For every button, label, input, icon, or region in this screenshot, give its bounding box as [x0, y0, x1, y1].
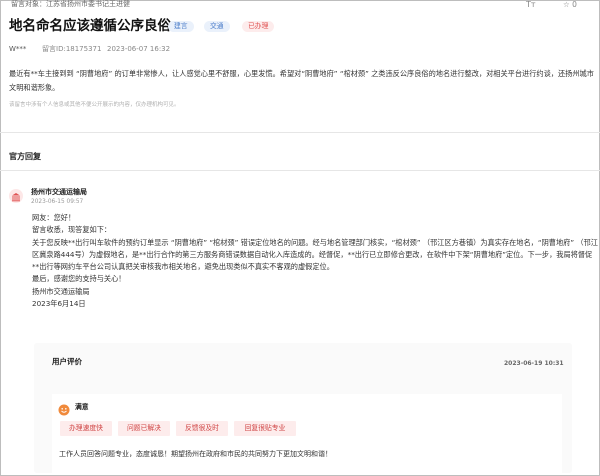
message-time: 2023-06-07 16:32: [107, 45, 171, 53]
evaluation-comment: 工作人员回答问题专业，态度诚恳！期望扬州在政府和市民的共同努力下更加文明和谐！: [59, 450, 332, 458]
message-id: 留言ID:18175371: [42, 45, 102, 53]
font-size-button[interactable]: Tт: [526, 0, 536, 9]
official-reply-heading: 官方回复: [9, 152, 41, 161]
section-divider: [0, 170, 600, 171]
tag-transport: 交通: [204, 21, 230, 32]
privacy-disclaimer: 该留言中涉有个人信息或其他不便公开展示的内容，仅办理机构可见。: [9, 102, 180, 108]
favorite-count: 0: [572, 0, 577, 9]
evaluation-tag: 问题已解决: [118, 421, 170, 436]
message-title: 地名命名应该遵循公序良俗: [9, 18, 171, 34]
evaluation-tag: 办理速度快: [60, 421, 112, 436]
user-evaluation-heading: 用户评价: [52, 357, 82, 366]
reply-body: 网友：您好！ 留言收悉，现答复如下： 关于您反映**出行叫车软件的预约订单显示 …: [32, 212, 598, 310]
reply-line: 网友：您好！: [32, 213, 76, 222]
reply-org-name: 扬州市交通运输局: [31, 188, 87, 196]
favorite-button[interactable]: ☆ 0: [563, 0, 577, 9]
top-bar: 留言对象：江苏省扬州市委书记王进健 Tт ☆ 0: [0, 0, 600, 12]
government-building-icon: [9, 189, 23, 203]
section-divider: [0, 132, 600, 133]
tag-suggestion: 建言: [168, 21, 194, 32]
smile-icon: [58, 401, 70, 416]
reply-time: 2023-06-15 09:57: [31, 199, 84, 205]
reply-line: 留言收悉，现答复如下：: [32, 225, 112, 235]
evaluation-time: 2023-06-19 10:31: [504, 360, 564, 367]
message-target: 留言对象：江苏省扬州市委书记王进健: [11, 0, 130, 8]
reply-line: 最后，感谢您的支持与关心！: [32, 274, 126, 284]
evaluation-tag: 反馈很及时: [176, 421, 228, 436]
evaluation-tag: 回复很贴专业: [234, 421, 296, 436]
author-name: W***: [9, 45, 27, 53]
status-badge: 已办理: [242, 21, 275, 32]
satisfaction-rating: 满意: [75, 403, 89, 411]
message-content: 最近有**车主接到到 “阴曹地府” 的订单非常惨人，让人感觉心里不舒服，心里发慌…: [9, 69, 594, 92]
reply-line: 扬州市交通运输局: [32, 286, 90, 296]
reply-line: 关于您反映**出行叫车软件的预约订单显示 “阴曹地府” “棺材颈” 错误定位地名…: [32, 237, 598, 272]
reply-line: 2023年6月14日: [32, 299, 86, 309]
star-icon: ☆: [563, 0, 570, 9]
